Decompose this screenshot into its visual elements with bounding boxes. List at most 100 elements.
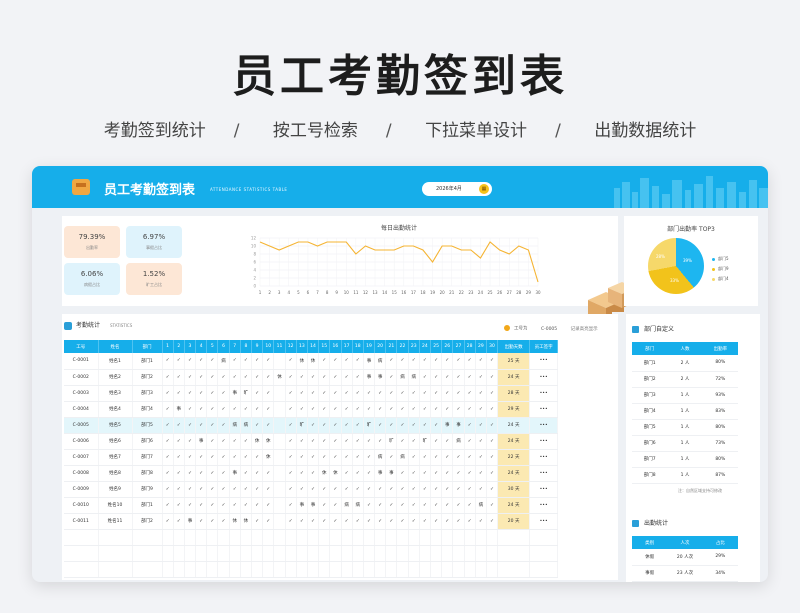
day-mark-cell[interactable]: ✓ — [251, 481, 264, 498]
day-mark-cell[interactable]: ✓ — [217, 385, 230, 402]
day-mark-cell[interactable]: ✓ — [441, 481, 454, 498]
day-mark-cell[interactable]: ✓ — [229, 481, 241, 498]
day-mark-cell[interactable]: ✓ — [430, 513, 443, 530]
day-mark-cell[interactable]: 休 — [307, 353, 320, 370]
day-mark-cell[interactable]: ✓ — [341, 353, 353, 370]
day-mark-cell[interactable]: ✓ — [162, 481, 174, 498]
day-mark-cell[interactable]: ✓ — [217, 369, 230, 386]
day-mark-cell[interactable]: 休 — [262, 433, 275, 450]
day-mark-cell[interactable]: ✓ — [296, 385, 308, 402]
day-mark-cell[interactable]: ✓ — [318, 353, 331, 370]
day-mark-cell[interactable]: ✓ — [162, 433, 174, 450]
day-mark-cell[interactable]: ✓ — [419, 401, 432, 418]
day-mark-cell[interactable]: 休 — [329, 465, 342, 482]
day-mark-cell[interactable]: ✓ — [408, 385, 420, 402]
day-mark-cell[interactable]: ✓ — [452, 401, 465, 418]
day-mark-cell[interactable]: ✓ — [486, 513, 499, 530]
table-row[interactable]: C-0007 姓名7 部门7 ✓ ✓ ✓ ✓ ✓ ✓ ✓ ✓ ✓ 休 ✓ ✓ ✓ ✓ ✓ ✓ ✓ ✓ 病 ✓ 病 ✓ ✓ ✓ ✓ ✓ ✓ ✓… — [64, 449, 559, 466]
day-mark-cell[interactable]: ✓ — [341, 513, 353, 530]
day-mark-cell[interactable]: ✓ — [341, 465, 353, 482]
day-mark-cell[interactable]: ✓ — [352, 417, 364, 434]
day-mark-cell[interactable]: ✓ — [363, 497, 376, 514]
day-mark-cell[interactable]: ✓ — [385, 369, 398, 386]
day-mark-cell[interactable]: 病 — [229, 417, 241, 434]
day-mark-cell[interactable]: ✓ — [385, 449, 398, 466]
day-mark-cell[interactable]: ✓ — [318, 417, 331, 434]
day-mark-cell[interactable]: 休 — [262, 449, 275, 466]
day-mark-cell[interactable] — [273, 449, 286, 466]
day-mark-cell[interactable]: ✓ — [352, 353, 364, 370]
day-mark-cell[interactable]: ✓ — [173, 433, 185, 450]
day-mark-cell[interactable]: ✓ — [251, 465, 264, 482]
day-mark-cell[interactable] — [273, 481, 286, 498]
day-mark-cell[interactable]: 事 — [363, 353, 376, 370]
day-mark-cell[interactable]: ✓ — [262, 417, 275, 434]
signature-cell[interactable]: ••• — [529, 433, 559, 450]
day-mark-cell[interactable]: ✓ — [441, 401, 454, 418]
day-mark-cell[interactable]: ✓ — [430, 385, 443, 402]
day-mark-cell[interactable]: ✓ — [396, 513, 409, 530]
dept-cell[interactable]: 部门4 — [132, 401, 163, 418]
day-mark-cell[interactable]: ✓ — [262, 369, 275, 386]
day-mark-cell[interactable]: 休 — [240, 513, 253, 530]
day-mark-cell[interactable]: ✓ — [262, 465, 275, 482]
day-mark-cell[interactable]: ✓ — [341, 401, 353, 418]
day-mark-cell[interactable]: ✓ — [374, 385, 387, 402]
table-row[interactable]: C-0002 姓名2 部门2 ✓ ✓ ✓ ✓ ✓ ✓ ✓ ✓ ✓ ✓ 休 ✓ ✓ ✓ ✓ ✓ ✓ ✓ 事事 ✓ 病病 ✓ ✓ ✓ ✓ ✓… — [64, 369, 559, 386]
day-mark-cell[interactable] — [273, 401, 286, 418]
day-mark-cell[interactable]: ✓ — [441, 497, 454, 514]
day-mark-cell[interactable]: ✓ — [486, 449, 499, 466]
day-mark-cell[interactable]: ✓ — [329, 353, 342, 370]
day-mark-cell[interactable]: ✓ — [475, 449, 487, 466]
day-mark-cell[interactable]: ✓ — [195, 417, 208, 434]
day-mark-cell[interactable]: ✓ — [307, 433, 320, 450]
day-mark-cell[interactable]: ✓ — [318, 449, 331, 466]
day-mark-cell[interactable]: ✓ — [285, 385, 297, 402]
table-row[interactable]: C-0008 姓名8 部门8 ✓ ✓ ✓ ✓ ✓ ✓ 事 ✓ ✓ ✓ ✓ ✓ ✓ 休休 ✓ ✓ ✓ 事事 ✓ ✓ ✓ ✓ ✓ ✓ ✓ ✓… — [64, 465, 559, 482]
day-mark-cell[interactable]: ✓ — [240, 353, 253, 370]
day-mark-cell[interactable]: ✓ — [374, 417, 387, 434]
dept-cell[interactable]: 部门1 — [132, 353, 163, 370]
day-mark-cell[interactable]: ✓ — [486, 401, 499, 418]
day-mark-cell[interactable]: ✓ — [173, 465, 185, 482]
day-mark-cell[interactable]: ✓ — [184, 433, 197, 450]
day-mark-cell[interactable]: 病 — [217, 353, 230, 370]
day-mark-cell[interactable]: ✓ — [206, 449, 219, 466]
day-mark-cell[interactable]: ✓ — [475, 465, 487, 482]
day-mark-cell[interactable]: 病 — [341, 497, 353, 514]
day-mark-cell[interactable]: 病 — [396, 449, 409, 466]
day-mark-cell[interactable]: ✓ — [464, 417, 476, 434]
day-mark-cell[interactable]: ✓ — [419, 465, 432, 482]
day-mark-cell[interactable]: ✓ — [206, 513, 219, 530]
calendar-icon[interactable]: ▦ — [479, 184, 489, 194]
day-mark-cell[interactable]: ✓ — [352, 433, 364, 450]
day-mark-cell[interactable]: 事 — [452, 417, 465, 434]
day-mark-cell[interactable]: ✓ — [262, 385, 275, 402]
day-mark-cell[interactable]: ✓ — [486, 433, 499, 450]
day-mark-cell[interactable]: ✓ — [329, 369, 342, 386]
day-mark-cell[interactable]: ✓ — [441, 465, 454, 482]
day-mark-cell[interactable]: ✓ — [285, 369, 297, 386]
day-mark-cell[interactable]: ✓ — [419, 449, 432, 466]
day-mark-cell[interactable]: ✓ — [374, 433, 387, 450]
day-mark-cell[interactable]: ✓ — [318, 513, 331, 530]
day-mark-cell[interactable]: ✓ — [452, 513, 465, 530]
day-mark-cell[interactable]: ✓ — [217, 449, 230, 466]
day-mark-cell[interactable]: ✓ — [441, 353, 454, 370]
day-mark-cell[interactable]: ✓ — [441, 385, 454, 402]
day-mark-cell[interactable]: ✓ — [173, 369, 185, 386]
day-mark-cell[interactable] — [273, 385, 286, 402]
signature-cell[interactable]: ••• — [529, 449, 559, 466]
day-mark-cell[interactable]: ✓ — [240, 449, 253, 466]
day-mark-cell[interactable]: ✓ — [341, 449, 353, 466]
day-mark-cell[interactable]: ✓ — [430, 481, 443, 498]
day-mark-cell[interactable]: ✓ — [173, 417, 185, 434]
day-mark-cell[interactable]: ✓ — [452, 353, 465, 370]
day-mark-cell[interactable]: ✓ — [229, 401, 241, 418]
day-mark-cell[interactable]: ✓ — [385, 513, 398, 530]
table-row[interactable]: C-0005 姓名5 部门5 ✓ ✓ ✓ ✓ ✓ ✓ 病病 ✓ ✓ ✓ 旷 ✓ ✓ ✓ ✓ ✓ 旷 ✓ ✓ ✓ ✓ ✓ ✓ 事事 ✓ ✓… — [64, 417, 559, 434]
day-mark-cell[interactable]: ✓ — [251, 449, 264, 466]
day-mark-cell[interactable]: ✓ — [341, 433, 353, 450]
day-mark-cell[interactable] — [273, 353, 286, 370]
day-mark-cell[interactable]: ✓ — [184, 369, 197, 386]
